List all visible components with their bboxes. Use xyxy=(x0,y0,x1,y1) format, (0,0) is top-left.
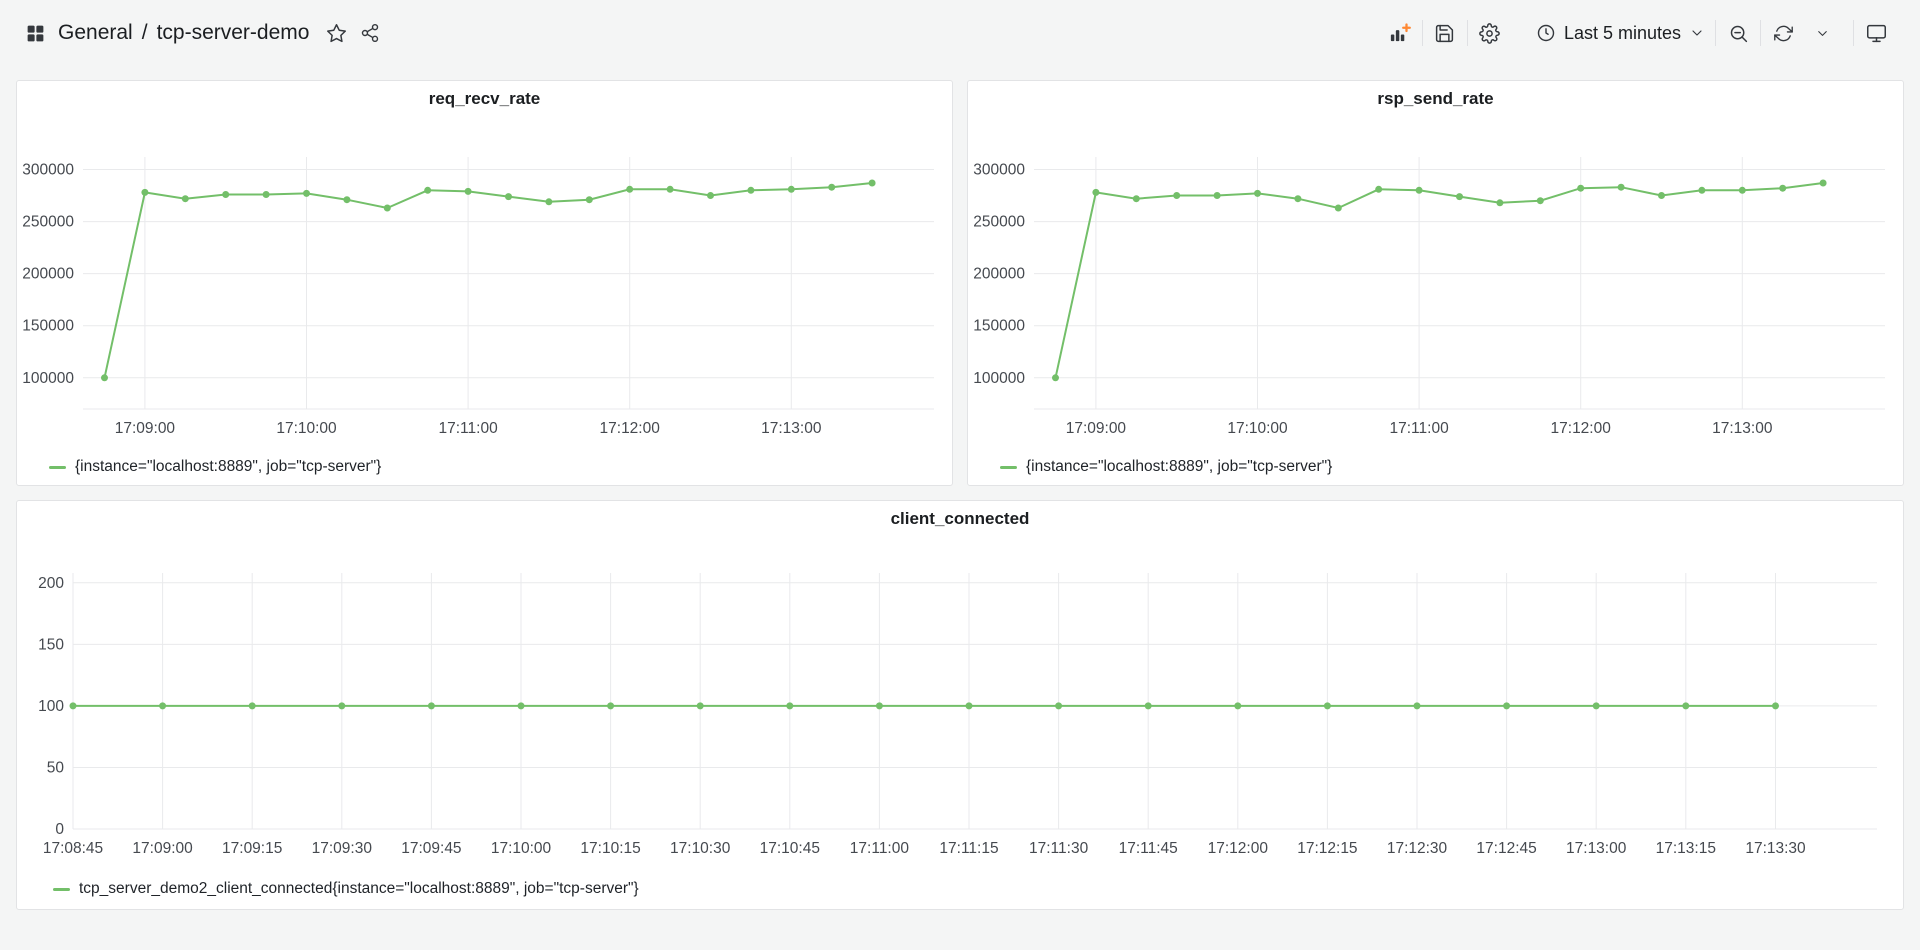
svg-text:200000: 200000 xyxy=(973,266,1025,283)
svg-text:17:09:00: 17:09:00 xyxy=(132,840,193,857)
legend-color-swatch[interactable] xyxy=(49,466,66,469)
svg-text:17:12:00: 17:12:00 xyxy=(1551,420,1612,437)
svg-text:200: 200 xyxy=(38,575,64,592)
zoom-out-time-button[interactable] xyxy=(1716,15,1760,51)
panel-rsp-send-rate: rsp_send_rate 100000 150000 200000 250000 30… xyxy=(967,80,1904,486)
rsp-send-rate-chart[interactable]: 100000 150000 200000 250000 300000 17:09:00 17… xyxy=(968,117,1903,451)
share-icon xyxy=(360,23,380,43)
breadcrumb: General / tcp-server-demo xyxy=(58,21,309,45)
clock-icon xyxy=(1536,23,1556,43)
legend-color-swatch[interactable] xyxy=(1000,466,1017,469)
svg-text:17:11:45: 17:11:45 xyxy=(1119,840,1178,857)
panel-req-recv-rate: req_recv_rate 100000 150000 200000 250000 30… xyxy=(16,80,953,486)
svg-text:200000: 200000 xyxy=(22,266,74,283)
svg-text:17:09:15: 17:09:15 xyxy=(222,840,282,857)
svg-text:17:09:45: 17:09:45 xyxy=(401,840,461,857)
svg-text:17:11:00: 17:11:00 xyxy=(439,420,499,437)
svg-text:100: 100 xyxy=(38,698,64,715)
svg-text:250000: 250000 xyxy=(22,214,74,231)
svg-text:150: 150 xyxy=(38,636,64,653)
top-navigation-bar: General / tcp-server-demo xyxy=(0,0,1920,66)
legend-label[interactable]: {instance="localhost:8889", job="tcp-ser… xyxy=(1026,458,1332,476)
svg-text:50: 50 xyxy=(47,760,65,777)
gear-icon xyxy=(1479,23,1500,44)
refresh-interval-picker[interactable] xyxy=(1805,15,1839,51)
toolbar-actions: Last 5 minutes xyxy=(1378,15,1898,51)
svg-text:17:10:45: 17:10:45 xyxy=(760,840,820,857)
svg-text:17:12:00: 17:12:00 xyxy=(600,420,661,437)
svg-text:17:09:00: 17:09:00 xyxy=(1066,420,1127,437)
refresh-dashboard-button[interactable] xyxy=(1761,15,1805,51)
svg-text:17:11:00: 17:11:00 xyxy=(1390,420,1450,437)
save-icon xyxy=(1434,23,1455,44)
legend: tcp_server_demo2_client_connected{instan… xyxy=(17,873,1903,898)
breadcrumb-dashboard[interactable]: tcp-server-demo xyxy=(157,21,310,45)
zoom-out-icon xyxy=(1728,23,1749,44)
svg-text:17:10:15: 17:10:15 xyxy=(580,840,640,857)
refresh-icon xyxy=(1774,24,1793,43)
panel-title[interactable]: rsp_send_rate xyxy=(968,81,1903,117)
client-connected-chart[interactable]: 0 50 100 150 200 17:08:45 17:09:00 17:09:15 17:0… xyxy=(17,537,1903,873)
svg-text:100000: 100000 xyxy=(22,370,74,387)
svg-text:17:13:00: 17:13:00 xyxy=(761,420,822,437)
monitor-icon xyxy=(1866,23,1887,44)
add-panel-button[interactable] xyxy=(1378,15,1422,51)
legend-label[interactable]: tcp_server_demo2_client_connected{instan… xyxy=(79,880,639,898)
svg-text:17:11:15: 17:11:15 xyxy=(939,840,998,857)
legend: {instance="localhost:8889", job="tcp-ser… xyxy=(968,451,1903,476)
svg-text:17:12:30: 17:12:30 xyxy=(1387,840,1448,857)
legend-label[interactable]: {instance="localhost:8889", job="tcp-ser… xyxy=(75,458,381,476)
svg-text:17:12:15: 17:12:15 xyxy=(1297,840,1357,857)
svg-text:150000: 150000 xyxy=(22,318,74,335)
kiosk-mode-button[interactable] xyxy=(1854,15,1898,51)
svg-text:17:13:00: 17:13:00 xyxy=(1566,840,1627,857)
dashboard-settings-button[interactable] xyxy=(1468,15,1512,51)
panel-title[interactable]: req_recv_rate xyxy=(17,81,952,117)
svg-text:17:10:30: 17:10:30 xyxy=(670,840,731,857)
svg-text:0: 0 xyxy=(55,821,64,838)
svg-text:17:12:45: 17:12:45 xyxy=(1476,840,1536,857)
svg-text:17:10:00: 17:10:00 xyxy=(276,420,337,437)
save-dashboard-button[interactable] xyxy=(1423,15,1467,51)
svg-text:100000: 100000 xyxy=(973,370,1025,387)
svg-text:300000: 300000 xyxy=(973,162,1025,179)
svg-text:250000: 250000 xyxy=(973,214,1025,231)
star-dashboard-button[interactable] xyxy=(319,16,353,50)
svg-text:150000: 150000 xyxy=(973,318,1025,335)
chevron-down-icon xyxy=(1815,26,1830,41)
svg-text:17:13:30: 17:13:30 xyxy=(1745,840,1806,857)
panel-title[interactable]: client_connected xyxy=(17,501,1903,537)
legend-color-swatch[interactable] xyxy=(53,888,70,891)
breadcrumb-folder[interactable]: General xyxy=(58,21,133,45)
svg-text:17:10:00: 17:10:00 xyxy=(491,840,552,857)
breadcrumb-separator: / xyxy=(142,21,148,45)
time-range-label: Last 5 minutes xyxy=(1564,23,1681,44)
svg-text:17:11:00: 17:11:00 xyxy=(850,840,910,857)
panel-row-bottom: client_connected 0 50 100 150 200 17:08:45 17:… xyxy=(0,500,1920,910)
svg-text:17:11:30: 17:11:30 xyxy=(1029,840,1089,857)
add-panel-icon xyxy=(1388,22,1411,45)
svg-text:17:10:00: 17:10:00 xyxy=(1227,420,1288,437)
svg-text:17:13:15: 17:13:15 xyxy=(1656,840,1716,857)
svg-text:17:13:00: 17:13:00 xyxy=(1712,420,1773,437)
svg-text:17:08:45: 17:08:45 xyxy=(43,840,103,857)
time-range-picker[interactable]: Last 5 minutes xyxy=(1526,15,1715,51)
svg-text:300000: 300000 xyxy=(22,162,74,179)
share-dashboard-button[interactable] xyxy=(353,16,387,50)
chevron-down-icon xyxy=(1689,25,1705,41)
legend: {instance="localhost:8889", job="tcp-ser… xyxy=(17,451,952,476)
svg-text:17:09:00: 17:09:00 xyxy=(115,420,176,437)
panel-row-top: req_recv_rate 100000 150000 200000 250000 30… xyxy=(0,80,1920,486)
req-recv-rate-chart[interactable]: 100000 150000 200000 250000 300000 17:09:00 17… xyxy=(17,117,952,451)
svg-text:17:12:00: 17:12:00 xyxy=(1208,840,1269,857)
dashboards-grid-icon[interactable] xyxy=(18,16,52,50)
star-icon xyxy=(326,23,347,44)
apps-grid-icon xyxy=(25,23,46,44)
svg-text:17:09:30: 17:09:30 xyxy=(312,840,373,857)
panel-client-connected: client_connected 0 50 100 150 200 17:08:45 17:… xyxy=(16,500,1904,910)
